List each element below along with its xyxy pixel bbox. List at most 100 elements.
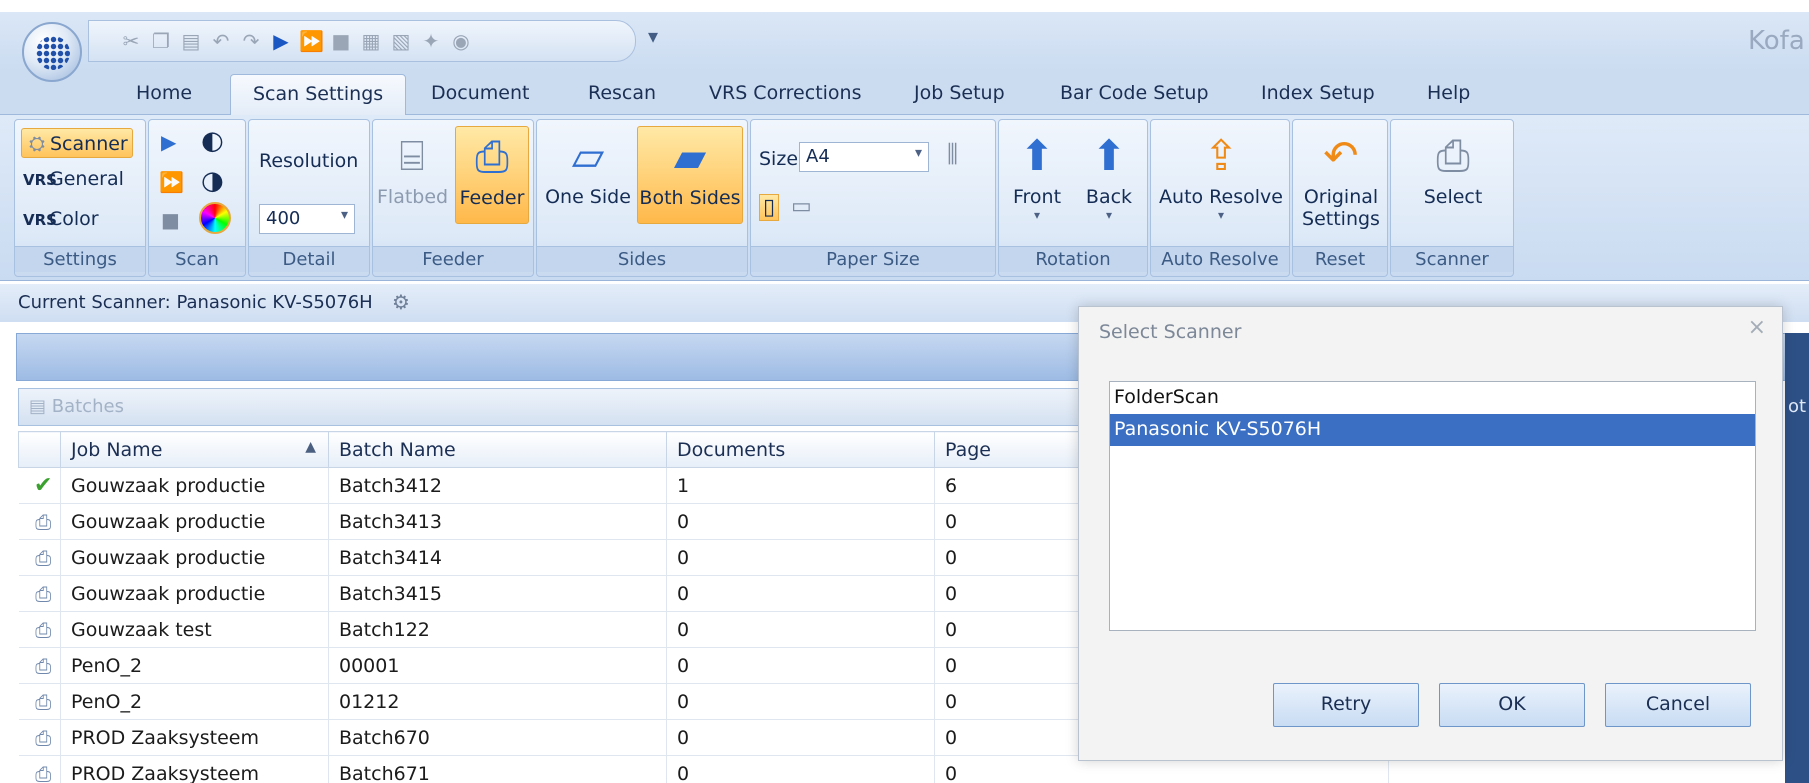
tab-document[interactable]: Document	[431, 82, 529, 104]
chevron-down-icon: ▾	[340, 207, 348, 223]
cut-icon[interactable]: ✂	[119, 29, 143, 53]
rotation-group: ⬆ Front ▾ ⬆ Back ▾ Rotation	[998, 119, 1148, 277]
one-side-button[interactable]: ▱ One Side	[541, 126, 635, 224]
paper-layout-icon[interactable]: ⫼	[947, 140, 958, 168]
documents-cell: 0	[666, 755, 935, 783]
one-side-label: One Side	[545, 186, 631, 208]
scan-stop-icon[interactable]: ■	[161, 208, 180, 232]
auto-resolve-group-label: Auto Resolve	[1151, 246, 1289, 272]
copy-icon[interactable]: ❐	[149, 29, 173, 53]
sort-ascending-icon: ▲	[305, 438, 316, 455]
paste-icon[interactable]: ▤	[179, 29, 203, 53]
color-settings-button[interactable]: VRSColor	[23, 208, 99, 230]
app-title: Kofa	[1748, 26, 1805, 56]
arrow-up-icon: ⬆	[1091, 131, 1127, 180]
retry-button[interactable]: Retry	[1273, 683, 1419, 727]
flatbed-scanner-icon: ⌸	[399, 131, 425, 180]
application-menu-button[interactable]	[22, 22, 82, 82]
batch-name-cell: Batch3412	[328, 467, 667, 504]
documents-column-header[interactable]: Documents	[666, 431, 935, 468]
original-settings-button[interactable]: ↶ Original Settings	[1297, 126, 1385, 244]
batch-name-column-header[interactable]: Batch Name	[328, 431, 667, 468]
select-label: Select	[1423, 186, 1483, 208]
documents-cell: 0	[666, 719, 935, 756]
resolution-value: 400	[266, 208, 301, 229]
scanner-option-folderscan[interactable]: FolderScan	[1110, 382, 1755, 414]
status-column-header[interactable]	[18, 431, 61, 468]
paper-size-dropdown[interactable]: A4 ▾	[799, 142, 929, 172]
rotation-group-label: Rotation	[999, 246, 1147, 272]
help-circle-icon[interactable]: ◉	[449, 29, 473, 53]
batch-name-cell: Batch3415	[328, 575, 667, 612]
contrast-icon[interactable]: ◑	[201, 166, 224, 196]
both-sides-label: Both Sides	[639, 187, 741, 209]
scanner-icon: ⎙	[35, 689, 52, 714]
scan-group: ▶ ◐ ⏩ ◑ ■ Scan	[148, 119, 246, 277]
play-icon[interactable]: ▶	[269, 29, 293, 53]
tab-home[interactable]: Home	[136, 82, 192, 104]
arrow-up-icon: ⬆	[1019, 131, 1055, 180]
batch-name-cell: Batch3414	[328, 539, 667, 576]
scanner-settings-icon[interactable]: ⚙	[392, 290, 410, 314]
satellite-icon[interactable]: ✦	[419, 29, 443, 53]
both-sides-button[interactable]: ▰ Both Sides	[637, 126, 743, 224]
documents-cell: 0	[666, 683, 935, 720]
one-side-page-icon: ▱	[571, 131, 605, 180]
ok-button[interactable]: OK	[1439, 683, 1585, 727]
auto-resolve-button[interactable]: ⇪ Auto Resolve ▾	[1157, 126, 1285, 224]
detail-group-label: Detail	[249, 246, 369, 272]
tab-help[interactable]: Help	[1427, 82, 1470, 104]
close-icon[interactable]: ×	[1748, 315, 1766, 340]
auto-resolve-group: ⇪ Auto Resolve ▾ Auto Resolve	[1150, 119, 1290, 277]
batches-icon: ▤	[29, 396, 47, 417]
tab-scan-settings[interactable]: Scan Settings	[230, 74, 407, 116]
front-rotation-button[interactable]: ⬆ Front ▾	[1005, 126, 1069, 224]
paper-size-group: Size A4 ▾ ⫼ ▯ ▭ Paper Size	[750, 119, 996, 277]
quick-access-toolbar: ✂ ❐ ▤ ↶ ↷ ▶ ⏩ ■ ▦ ▧ ✦ ◉	[88, 20, 636, 62]
feeder-label: Feeder	[459, 187, 525, 209]
job-name-cell: PenO_2	[60, 647, 329, 684]
scanner-icon: ⎙	[35, 725, 52, 750]
both-sides-page-icon: ▰	[673, 132, 707, 181]
portrait-icon[interactable]: ▯	[759, 194, 780, 221]
scanner-icon: ⎙	[35, 509, 52, 534]
job-name-column-header[interactable]: Job Name ▲	[60, 431, 329, 468]
tab-rescan[interactable]: Rescan	[588, 82, 656, 104]
scanner-icon: ⛭	[29, 131, 45, 155]
landscape-icon[interactable]: ▭	[791, 194, 812, 219]
resolution-dropdown[interactable]: 400 ▾	[259, 204, 355, 234]
tab-vrs-corrections[interactable]: VRS Corrections	[709, 82, 862, 104]
cancel-button[interactable]: Cancel	[1605, 683, 1751, 727]
select-scanner-button[interactable]: ⎙ Select	[1401, 126, 1505, 224]
chevron-down-icon: ▾	[1033, 208, 1041, 222]
general-settings-button[interactable]: VRSGeneral	[23, 168, 124, 190]
scan-play-icon[interactable]: ▶	[161, 130, 176, 154]
paper-size-value: A4	[806, 146, 830, 167]
tab-job-setup[interactable]: Job Setup	[914, 82, 1005, 104]
paper-size-label: Size	[759, 148, 799, 170]
color-wheel-icon[interactable]	[199, 202, 231, 234]
feeder-button[interactable]: ⎙ Feeder	[455, 126, 529, 224]
reset-group-label: Reset	[1293, 246, 1387, 272]
back-rotation-button[interactable]: ⬆ Back ▾	[1077, 126, 1141, 224]
flatbed-label: Flatbed	[377, 186, 449, 208]
scan-fast-forward-icon[interactable]: ⏩	[159, 170, 184, 194]
redo-icon[interactable]: ↷	[239, 29, 263, 53]
scanner-option-panasonic[interactable]: Panasonic KV-S5076H	[1110, 414, 1755, 446]
flatbed-button[interactable]: ⌸ Flatbed	[377, 126, 449, 224]
stop-icon[interactable]: ■	[329, 29, 353, 53]
scanner-list[interactable]: FolderScan Panasonic KV-S5076H	[1109, 381, 1756, 631]
fast-forward-icon[interactable]: ⏩	[299, 29, 324, 53]
tab-index-setup[interactable]: Index Setup	[1261, 82, 1375, 104]
scanner-settings-button[interactable]: ⛭ Scanner	[21, 128, 133, 158]
scanner-export-icon[interactable]: ▧	[389, 29, 413, 53]
batches-title-text: Batches	[51, 396, 124, 417]
settings-label: Settings	[1302, 208, 1380, 230]
scanner-import-icon[interactable]: ▦	[359, 29, 383, 53]
documents-header-label: Documents	[677, 438, 786, 461]
color-label: Color	[49, 208, 99, 230]
tab-bar-code-setup[interactable]: Bar Code Setup	[1060, 82, 1209, 104]
customize-toolbar-button[interactable]: ▾	[648, 24, 658, 48]
brightness-icon[interactable]: ◐	[201, 126, 224, 156]
undo-icon[interactable]: ↶	[209, 29, 233, 53]
